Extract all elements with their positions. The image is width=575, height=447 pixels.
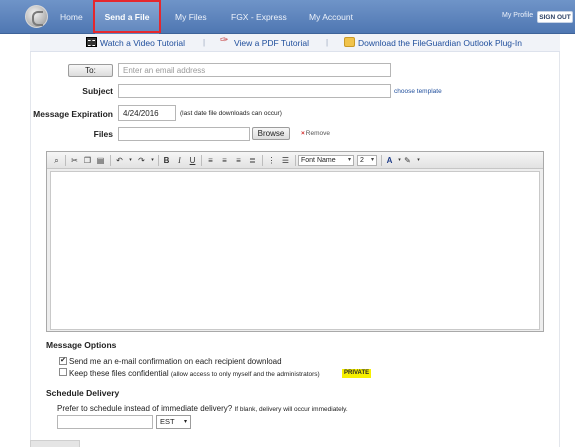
top-navigation: Home Send a File My Files FGX - Express … xyxy=(0,0,575,34)
bulleted-list-icon[interactable]: ☰ xyxy=(280,155,291,166)
schedule-date-input[interactable] xyxy=(57,415,153,429)
confidential-note: (allow access to only myself and the adm… xyxy=(170,371,320,378)
fileguardian-logo-icon[interactable] xyxy=(25,5,48,28)
font-name-select[interactable]: Font Name ▾ xyxy=(298,155,354,166)
nav-send-a-file[interactable]: Send a File xyxy=(95,0,159,34)
toolbar-separator xyxy=(158,155,159,166)
undo-dropdown-icon[interactable]: ▾ xyxy=(125,155,136,166)
sign-out-button[interactable]: SIGN OUT xyxy=(537,11,573,23)
toolbar-separator xyxy=(65,155,66,166)
private-badge: PRIVATE xyxy=(342,369,372,378)
submit-button[interactable] xyxy=(30,440,80,447)
expiration-date-input[interactable] xyxy=(118,105,176,121)
confidential-label: Keep these files confidential xyxy=(69,369,169,378)
choose-template-link[interactable]: choose template xyxy=(394,88,442,95)
confidential-text: Keep these files confidential (allow acc… xyxy=(69,369,320,378)
message-expiration-label: Message Expiration xyxy=(33,109,113,119)
toolbar-separator xyxy=(201,155,202,166)
cut-icon[interactable]: ✂ xyxy=(69,155,80,166)
outlook-plugin-label: Download the FileGuardian Outlook Plug-I… xyxy=(358,38,522,48)
subject-label: Subject xyxy=(82,86,113,96)
toolbar-separator xyxy=(262,155,263,166)
chevron-down-icon: ▾ xyxy=(347,157,351,163)
editor-toolbar: ⌕ ✂ ❐ ▤ ↶ ▾ ↷ ▾ B I U ≡ ≡ ≡ ≣ ⋮ ☰ Font N… xyxy=(47,152,543,169)
to-button[interactable]: To: xyxy=(68,64,113,77)
align-center-icon[interactable]: ≡ xyxy=(219,155,230,166)
video-tutorial-label: Watch a Video Tutorial xyxy=(100,38,186,48)
timezone-value: EST xyxy=(160,417,175,426)
align-right-icon[interactable]: ≡ xyxy=(233,155,244,166)
schedule-delivery-title: Schedule Delivery xyxy=(46,388,120,398)
find-replace-icon[interactable]: ⌕ xyxy=(51,155,62,166)
numbered-list-icon[interactable]: ⋮ xyxy=(266,155,277,166)
nav-my-files[interactable]: My Files xyxy=(175,0,207,34)
confirmation-checkbox[interactable] xyxy=(59,357,67,365)
font-size-select[interactable]: 2 ▾ xyxy=(357,155,377,166)
expiration-note: (last date file downloads can occur) xyxy=(180,110,282,117)
video-icon xyxy=(86,37,97,47)
timezone-select[interactable]: EST ▾ xyxy=(156,415,191,429)
remove-x-icon: × xyxy=(301,130,305,137)
nav-home[interactable]: Home xyxy=(60,0,83,34)
chevron-down-icon: ▾ xyxy=(183,419,187,425)
align-justify-icon[interactable]: ≣ xyxy=(247,155,258,166)
download-folder-icon xyxy=(344,37,355,47)
video-tutorial-link[interactable]: Watch a Video Tutorial xyxy=(86,37,185,48)
schedule-prompt: Prefer to schedule instead of immediate … xyxy=(57,404,348,413)
undo-icon[interactable]: ↶ xyxy=(114,155,125,166)
paste-icon[interactable]: ▤ xyxy=(95,155,106,166)
separator: | xyxy=(326,38,329,47)
remove-label: Remove xyxy=(305,130,331,137)
copy-icon[interactable]: ❐ xyxy=(82,155,93,166)
file-path-input[interactable] xyxy=(118,127,250,141)
highlight-dropdown-icon[interactable]: ▾ xyxy=(413,155,424,166)
align-left-icon[interactable]: ≡ xyxy=(205,155,216,166)
highlight-color-icon[interactable]: ✎ xyxy=(402,155,413,166)
tutorial-bar: Watch a Video Tutorial | View a PDF Tuto… xyxy=(30,34,560,52)
pdf-icon xyxy=(220,35,231,47)
pdf-tutorial-label: View a PDF Tutorial xyxy=(234,38,309,48)
recipient-email-input[interactable] xyxy=(118,63,391,77)
toolbar-separator xyxy=(295,155,296,166)
schedule-prompt-text: Prefer to schedule instead of immediate … xyxy=(57,404,233,413)
files-label: Files xyxy=(93,129,113,139)
subject-input[interactable] xyxy=(118,84,391,98)
browse-button[interactable]: Browse xyxy=(252,127,290,140)
message-editor: ⌕ ✂ ❐ ▤ ↶ ▾ ↷ ▾ B I U ≡ ≡ ≡ ≣ ⋮ ☰ Font N… xyxy=(46,151,544,332)
remove-file-link[interactable]: ×Remove xyxy=(301,130,330,137)
redo-dropdown-icon[interactable]: ▾ xyxy=(147,155,158,166)
my-profile-link[interactable]: My Profile xyxy=(502,12,533,19)
toolbar-separator xyxy=(110,155,111,166)
toolbar-separator xyxy=(381,155,382,166)
font-size-value: 2 xyxy=(360,157,364,164)
outlook-plugin-link[interactable]: Download the FileGuardian Outlook Plug-I… xyxy=(344,37,522,48)
font-name-value: Font Name xyxy=(301,157,336,164)
nav-my-account[interactable]: My Account xyxy=(309,0,353,34)
underline-icon[interactable]: U xyxy=(187,155,198,166)
message-body-textarea[interactable] xyxy=(50,171,540,330)
schedule-note: If blank, delivery will occur immediatel… xyxy=(234,406,348,413)
pdf-tutorial-link[interactable]: View a PDF Tutorial xyxy=(220,35,309,48)
message-options-title: Message Options xyxy=(46,340,117,350)
separator: | xyxy=(203,38,206,47)
confirmation-label: Send me an e-mail confirmation on each r… xyxy=(69,357,282,366)
chevron-down-icon: ▾ xyxy=(370,157,374,163)
italic-icon[interactable]: I xyxy=(174,155,185,166)
confidential-checkbox[interactable] xyxy=(59,368,67,376)
bold-icon[interactable]: B xyxy=(161,155,172,166)
nav-fgx-express[interactable]: FGX - Express xyxy=(231,0,287,34)
redo-icon[interactable]: ↷ xyxy=(136,155,147,166)
